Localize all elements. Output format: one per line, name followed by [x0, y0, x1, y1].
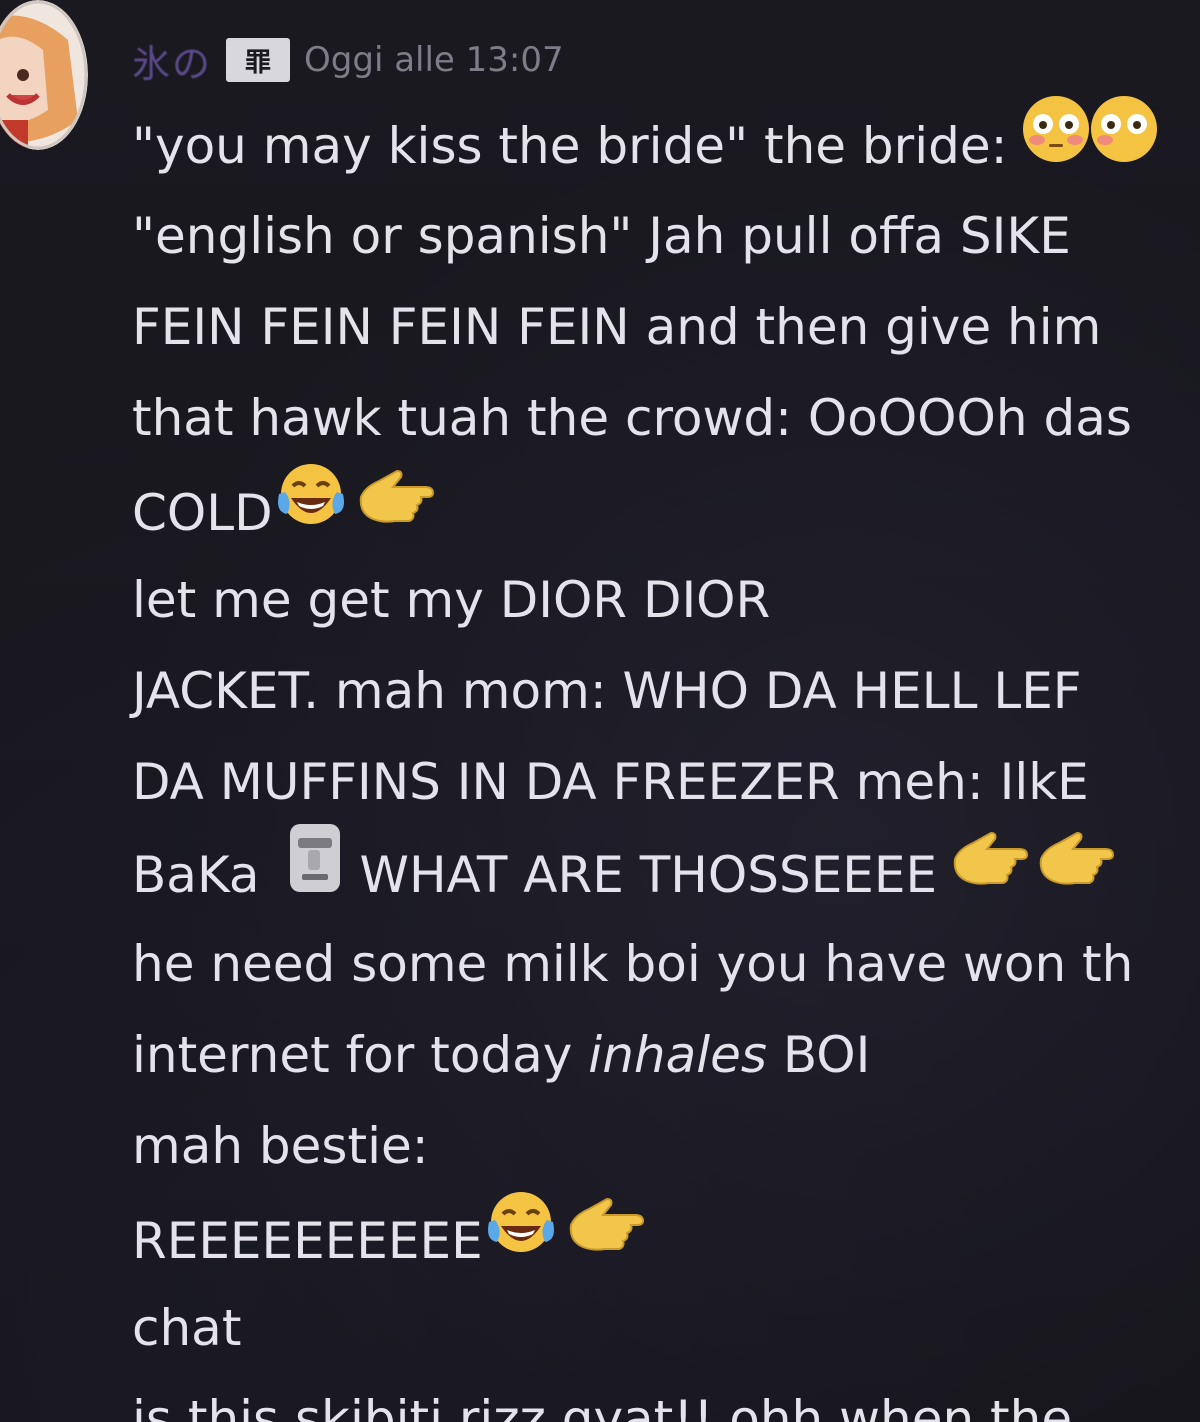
pointing-hand-emoji — [943, 827, 1029, 918]
chat-message: 氷の 罪 Oggi alle 13:07 "you may kiss the b… — [0, 0, 1200, 1422]
pointing-hand-emoji — [349, 465, 435, 556]
message-line: let me get my DIOR DIOR — [132, 555, 1200, 646]
moai-emoji — [284, 822, 346, 923]
line-text: JACKET. mah mom: WHO DA HELL LEF — [132, 662, 1082, 720]
line-text: COLD — [132, 484, 273, 542]
message-line: internet for today inhales BOI — [132, 1010, 1200, 1101]
message-line: he need some milk boi you have won th — [132, 919, 1200, 1010]
message-line: BaKa WHAT ARE THOSSEEEE — [132, 824, 1200, 919]
italic-text: inhales — [588, 1026, 767, 1084]
line-text: chat — [132, 1299, 242, 1357]
line-text: is this skibiti rizz gyat!! ohh when the — [132, 1390, 1073, 1422]
line-text: mah bestie: — [132, 1117, 429, 1175]
tears-of-joy-emoji — [273, 458, 349, 563]
message-line: chat — [132, 1283, 1200, 1374]
message-header: 氷の 罪 Oggi alle 13:07 — [132, 30, 564, 90]
line-text: "english or spanish" Jah pull offa SIKE — [132, 207, 1071, 265]
message-line: FEIN FEIN FEIN FEIN and then give him — [132, 282, 1200, 373]
message-line: "english or spanish" Jah pull offa SIKE — [132, 191, 1200, 282]
line-text: WHAT ARE THOSSEEEE — [359, 846, 938, 904]
message-line: that hawk tuah the crowd: OoOOOh das — [132, 373, 1200, 464]
message-line: mah bestie: — [132, 1101, 1200, 1192]
line-text: REEEEEEEEEE — [132, 1212, 483, 1270]
message-line: COLD — [132, 464, 1200, 555]
flushed-face-emoji — [1021, 94, 1091, 193]
line-text: internet for today — [132, 1026, 573, 1084]
server-tag-badge: 罪 — [226, 38, 291, 82]
line-text: let me get my DIOR DIOR — [132, 571, 771, 629]
line-text: "you may kiss the bride" the bride: — [132, 117, 1008, 175]
message-line: "you may kiss the bride" the bride: — [132, 96, 1200, 191]
message-content: "you may kiss the bride" the bride: "eng… — [132, 96, 1200, 1422]
flushed-face-emoji — [1089, 94, 1159, 193]
line-text: DA MUFFINS IN DA FREEZER meh: IlkE — [132, 753, 1089, 811]
line-text: that hawk tuah the crowd: OoOOOh das — [132, 389, 1132, 447]
line-text: BOI — [782, 1026, 871, 1084]
line-text: FEIN FEIN FEIN FEIN and then give him — [132, 298, 1102, 356]
pointing-hand-emoji — [559, 1193, 645, 1284]
username[interactable]: 氷の — [132, 33, 212, 88]
message-line: REEEEEEEEEE — [132, 1192, 1200, 1283]
message-line: is this skibiti rizz gyat!! ohh when the — [132, 1374, 1200, 1422]
pointing-hand-emoji — [1029, 827, 1115, 918]
message-line: DA MUFFINS IN DA FREEZER meh: IlkE — [132, 737, 1200, 828]
avatar[interactable] — [0, 0, 88, 150]
message-line: JACKET. mah mom: WHO DA HELL LEF — [132, 646, 1200, 737]
line-text: BaKa — [132, 846, 260, 904]
line-text: he need some milk boi you have won th — [132, 935, 1134, 993]
avatar-image — [0, 0, 88, 150]
tears-of-joy-emoji — [483, 1186, 559, 1291]
timestamp[interactable]: Oggi alle 13:07 — [304, 40, 564, 80]
